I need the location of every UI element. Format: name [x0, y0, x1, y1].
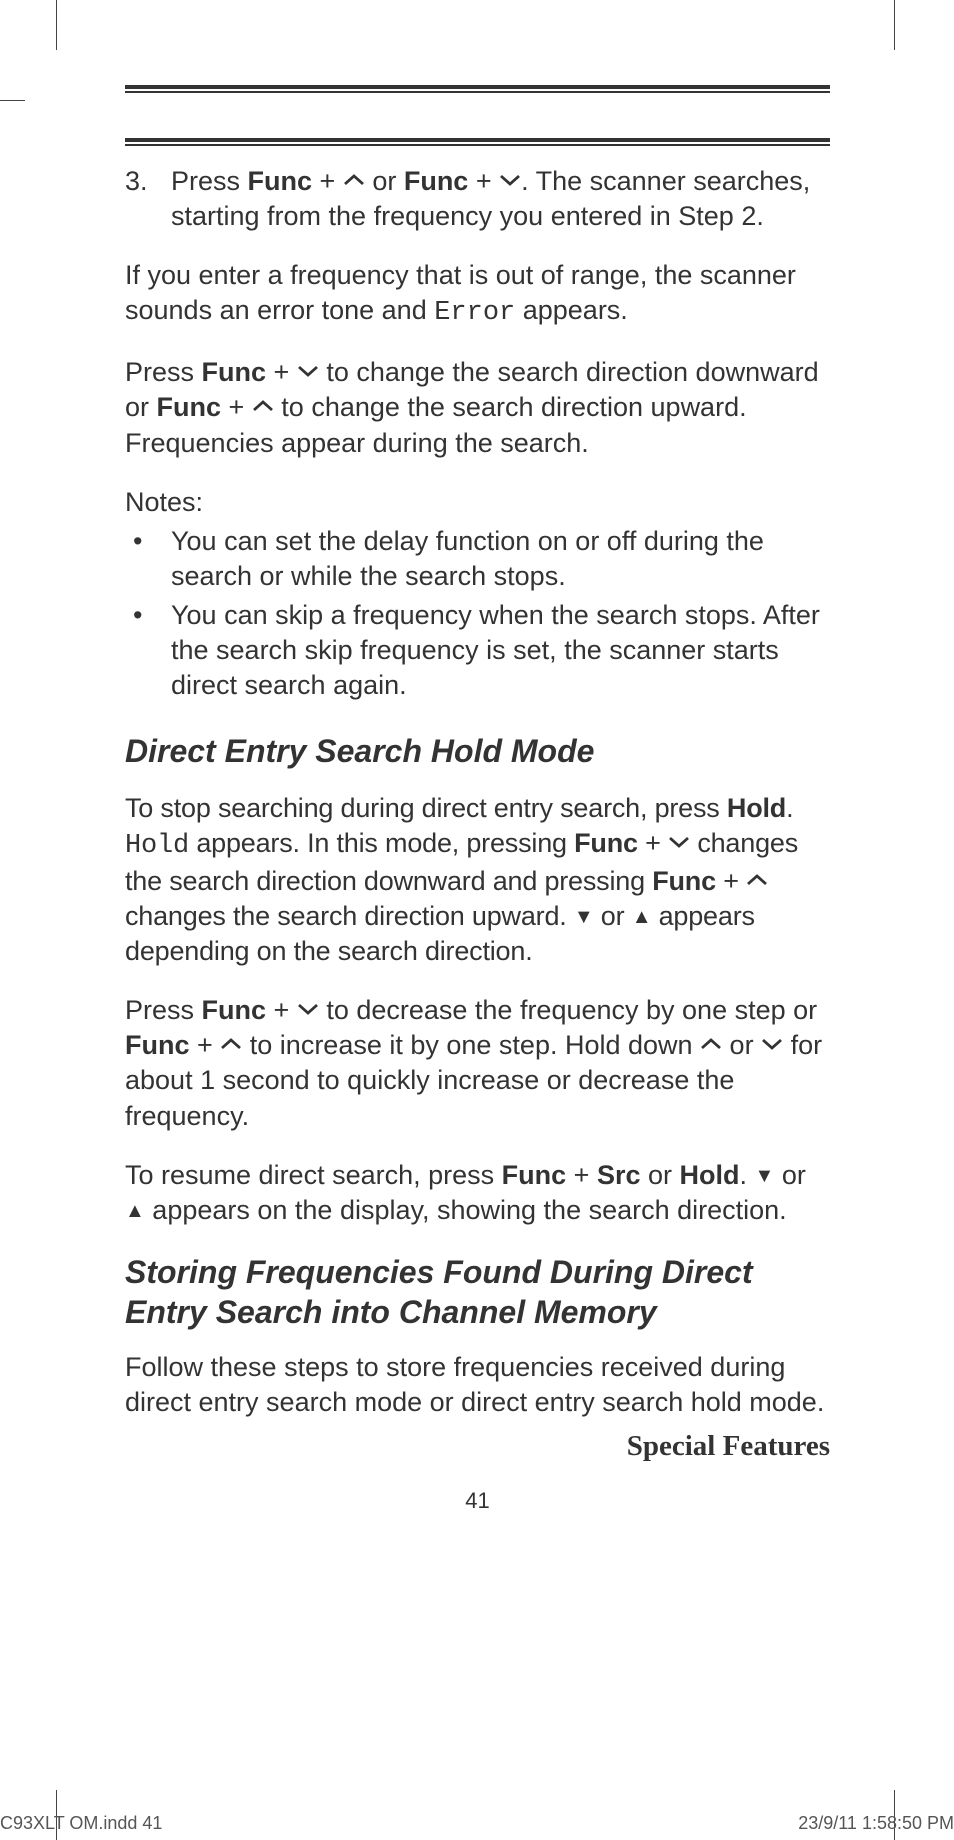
direction-paragraph: Press Func + to change the search direct…: [125, 355, 830, 460]
store-paragraph: Follow these steps to store frequencies …: [125, 1350, 830, 1420]
chevron-up-icon: [220, 1025, 242, 1060]
chevron-up-icon: [746, 861, 768, 896]
triangle-up-icon: ▲: [632, 906, 652, 928]
notes-list: • You can set the delay function on or o…: [125, 524, 830, 703]
bullet-icon: •: [133, 598, 142, 633]
resume-paragraph: To resume direct search, press Func + Sr…: [125, 1158, 830, 1228]
footer-filename: C93XLT OM.indd 41: [0, 1813, 162, 1834]
triangle-down-icon: ▼: [574, 906, 594, 928]
step-list: 3. Press Func + or Func + . The scanner …: [125, 164, 830, 234]
heading-direct-entry-hold: Direct Entry Search Hold Mode: [125, 731, 830, 773]
notes-heading: Notes:: [125, 485, 830, 520]
hold-code: Hold: [125, 831, 189, 861]
step-3-marker: 3.: [125, 164, 148, 199]
bullet-icon: •: [133, 524, 142, 559]
chevron-down-icon: [761, 1025, 783, 1060]
error-paragraph: If you enter a frequency that is out of …: [125, 258, 830, 331]
heading-storing-frequencies: Storing Frequencies Found During Direct …: [125, 1252, 830, 1332]
triangle-up-icon: ▲: [125, 1200, 145, 1222]
step-3-text: Press Func + or Func + . The scanner sea…: [171, 166, 810, 231]
section-title: Special Features: [627, 1428, 830, 1466]
note-2: • You can skip a frequency when the sear…: [125, 598, 830, 703]
step-paragraph: Press Func + to decrease the frequency b…: [125, 993, 830, 1133]
chevron-up-icon: [252, 387, 274, 422]
chevron-down-icon: [499, 161, 521, 196]
note-1: • You can set the delay function on or o…: [125, 524, 830, 594]
chevron-down-icon: [297, 990, 319, 1025]
chevron-up-icon: [700, 1025, 722, 1060]
triangle-down-icon: ▼: [755, 1165, 775, 1187]
step-3: 3. Press Func + or Func + . The scanner …: [125, 164, 830, 234]
chevron-up-icon: [343, 161, 365, 196]
footer-timestamp: 23/9/11 1:58:50 PM: [798, 1813, 954, 1834]
chevron-down-icon: [297, 352, 319, 387]
chevron-down-icon: [668, 823, 690, 858]
page-number: 41: [465, 1487, 489, 1516]
hold-paragraph: To stop searching during direct entry se…: [125, 791, 830, 969]
error-code: Error: [434, 298, 515, 328]
